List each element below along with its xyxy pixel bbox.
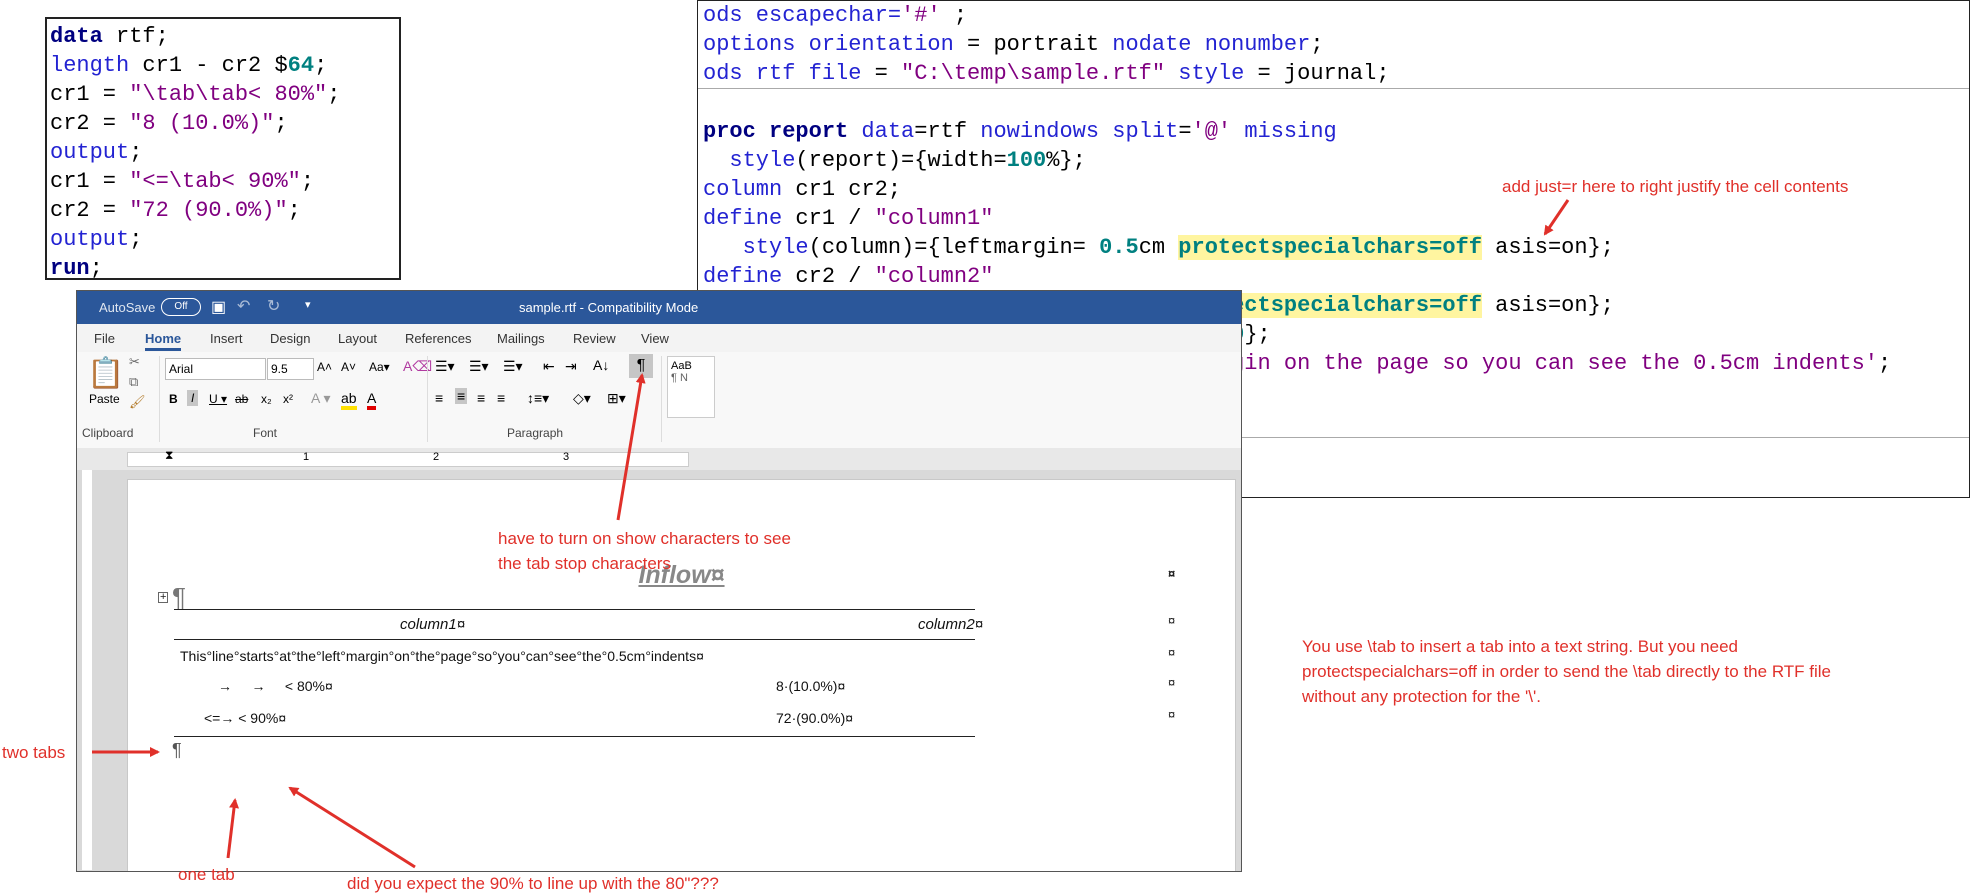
arrow-one-tab <box>226 798 240 859</box>
annotation-arrows <box>92 199 1570 869</box>
arrow-just <box>1543 199 1570 236</box>
arrow-show-chars <box>616 373 646 521</box>
arrow-expect <box>288 786 416 869</box>
